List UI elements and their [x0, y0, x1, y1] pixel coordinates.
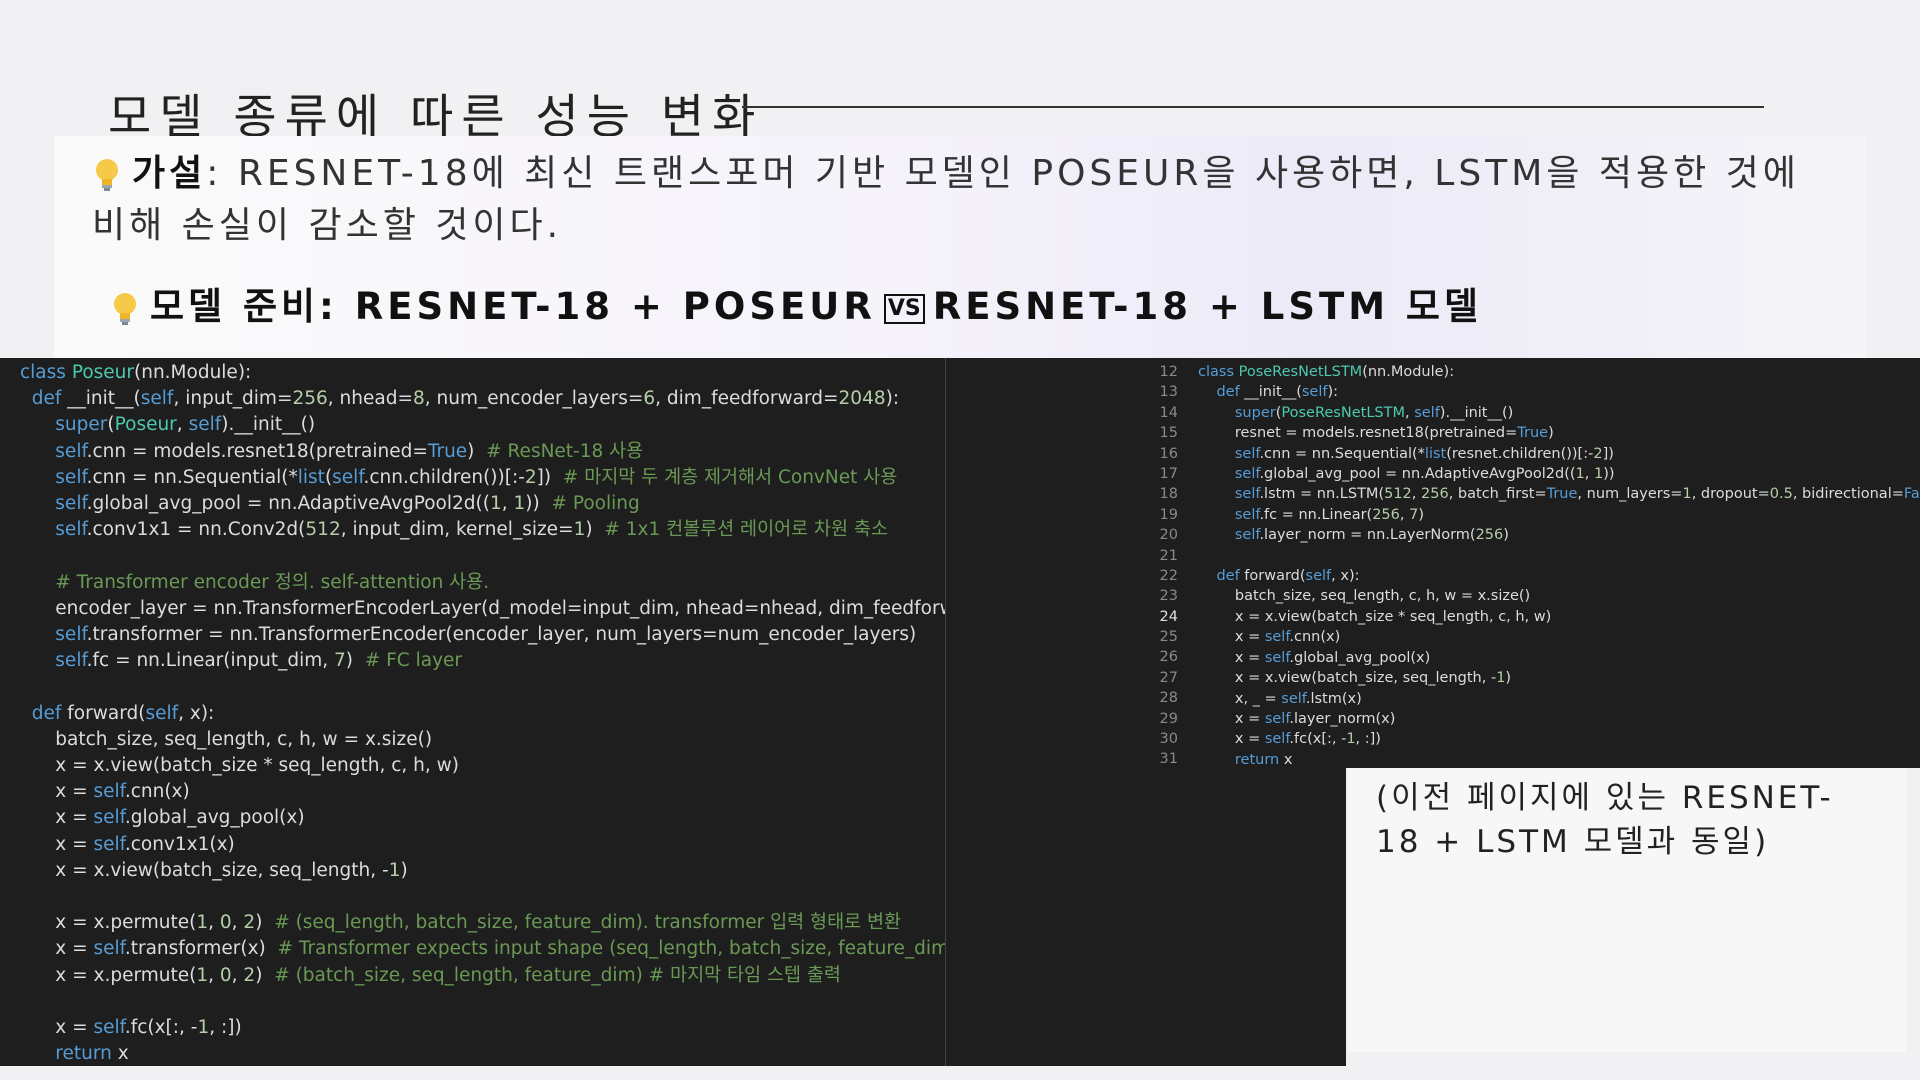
code-line: x = self.global_avg_pool(x) — [20, 807, 305, 829]
code-line: def __init__(self): — [1216, 384, 1339, 401]
code-line: self.global_avg_pool = nn.AdaptiveAvgPoo… — [1234, 466, 1615, 483]
line-number: 12 — [1159, 364, 1178, 380]
line-number: 25 — [1159, 629, 1178, 646]
code-line: super(PoseResNetLSTM, self).__init__() — [1234, 404, 1514, 421]
line-number: 17 — [1159, 465, 1178, 482]
line-number: 18 — [1159, 486, 1178, 503]
hypothesis-body: : RESNET-18에 최신 트랜스포머 기반 모델인 POSEUR을 사용하… — [92, 153, 1800, 246]
model-prep-heading: 모델 준비: RESNET-18 + POSEUR VS RESNET-18 + L… — [110, 276, 1482, 330]
line-number-gutter: 12 13 14 15 16 17 18 19 20 21 22 23 24 25 26 27 28 29 30 31 — [1140, 362, 1178, 768]
note-text: (이전 페이지에 있는 RESNET-18 + LSTM 모델과 동일) — [1376, 780, 1834, 860]
code-line: x = x.view(batch_size, seq_length, -1) — [20, 859, 408, 881]
poseur-code-panel: class Poseur(nn.Module): def __init__(se… — [0, 358, 946, 1066]
code-line: # Transformer encoder 정의. self-attention… — [55, 571, 490, 593]
line-number: 16 — [1159, 445, 1178, 462]
title-underline — [742, 106, 1764, 108]
code-divider — [945, 358, 946, 1066]
code-line: encoder_layer = nn.TransformerEncoderLay… — [55, 597, 946, 619]
code-line: x = x.permute(1, 0, 2) # (seq_length, ba… — [20, 912, 902, 934]
hypothesis-label: 가설 — [132, 153, 207, 194]
line-number: 31 — [1159, 751, 1178, 768]
code-line: self.layer_norm = nn.LayerNorm(256) — [1234, 527, 1509, 544]
code-line: super(Poseur, self).__init__() — [55, 414, 316, 436]
code-line: x = self.fc(x[:, -1, :]) — [1198, 731, 1381, 748]
code-line: return x — [1234, 751, 1293, 768]
code-line: x = self.global_avg_pool(x) — [1198, 649, 1431, 666]
code-line: def __init__(self, input_dim=256, nhead=… — [31, 388, 900, 410]
lightbulb-icon — [114, 292, 136, 325]
code-line: self.cnn = models.resnet18(pretrained=Tr… — [55, 440, 644, 462]
code-line: self.lstm = nn.LSTM(512, 256, batch_firs… — [1234, 486, 1920, 503]
code-line: self.global_avg_pool = nn.AdaptiveAvgPoo… — [55, 493, 640, 515]
line-number: 30 — [1159, 731, 1178, 748]
poseur-code: class Poseur(nn.Module): def __init__(se… — [20, 360, 946, 1066]
code-line: x = self.cnn(x) — [1198, 629, 1341, 646]
code-line: x = self.layer_norm(x) — [1198, 710, 1396, 727]
code-line: resnet = models.resnet18(pretrained=True… — [1198, 425, 1554, 442]
code-line: x = self.fc(x[:, -1, :]) — [20, 1017, 242, 1039]
lstm-code-panel: 12 13 14 15 16 17 18 19 20 21 22 23 24 25 26 27 28 29 30 31… — [1140, 358, 1920, 768]
line-number: 13 — [1159, 384, 1178, 401]
code-line: self.cnn = nn.Sequential(*list(resnet.ch… — [1234, 445, 1614, 462]
code-line: self.conv1x1 = nn.Conv2d(512, input_dim,… — [55, 519, 888, 541]
code-line: def forward(self, x): — [31, 702, 215, 724]
prep-label: 모델 준비: RESNET-18 + POSEUR — [150, 285, 876, 328]
line-number: 28 — [1159, 690, 1178, 707]
code-line: batch_size, seq_length, c, h, w = x.size… — [1198, 588, 1531, 605]
line-number: 21 — [1159, 547, 1178, 564]
code-line: class Poseur(nn.Module): — [20, 362, 252, 383]
code-line: return x — [55, 1043, 129, 1065]
code-line: self.transformer = nn.TransformerEncoder… — [55, 624, 917, 646]
code-line: x = x.view(batch_size * seq_length, c, h… — [20, 755, 460, 777]
code-line: x, _ = self.lstm(x) — [1198, 690, 1362, 707]
code-line: batch_size, seq_length, c, h, w = x.size… — [20, 728, 433, 750]
code-line: x = self.cnn(x) — [20, 781, 190, 803]
code-line: def forward(self, x): — [1216, 568, 1360, 585]
line-number: 23 — [1159, 588, 1178, 605]
line-number: 27 — [1159, 669, 1178, 686]
hypothesis-text: 가설: RESNET-18에 최신 트랜스포머 기반 모델인 POSEUR을 사… — [92, 148, 1832, 252]
code-line: class PoseResNetLSTM(nn.Module): — [1198, 364, 1455, 380]
line-number: 19 — [1159, 506, 1178, 523]
line-number: 15 — [1159, 425, 1178, 442]
line-number: 24 — [1159, 608, 1178, 625]
lightbulb-icon — [96, 159, 118, 191]
line-number: 26 — [1159, 649, 1178, 666]
code-line: x = x.permute(1, 0, 2) # (batch_size, se… — [20, 964, 841, 986]
prep-tail: RESNET-18 + LSTM 모델 — [932, 285, 1483, 328]
code-line: x = x.view(batch_size, seq_length, -1) — [1198, 670, 1512, 687]
code-line: x = self.conv1x1(x) — [20, 833, 235, 855]
vs-badge: VS — [883, 293, 925, 324]
code-line: self.fc = nn.Linear(256, 7) — [1234, 506, 1425, 523]
line-number: 22 — [1159, 567, 1178, 584]
code-line: self.fc = nn.Linear(input_dim, 7) # FC l… — [55, 650, 462, 672]
code-line: x = self.transformer(x) # Transformer ex… — [20, 938, 946, 960]
line-number: 14 — [1159, 404, 1178, 421]
code-line: self.cnn = nn.Sequential(*list(self.cnn.… — [55, 466, 898, 488]
code-line: x = x.view(batch_size * seq_length, c, h… — [1198, 608, 1552, 625]
line-number: 20 — [1159, 527, 1178, 544]
line-number: 29 — [1159, 710, 1178, 727]
lstm-code: class PoseResNetLSTM(nn.Module): def __i… — [1198, 362, 1920, 768]
